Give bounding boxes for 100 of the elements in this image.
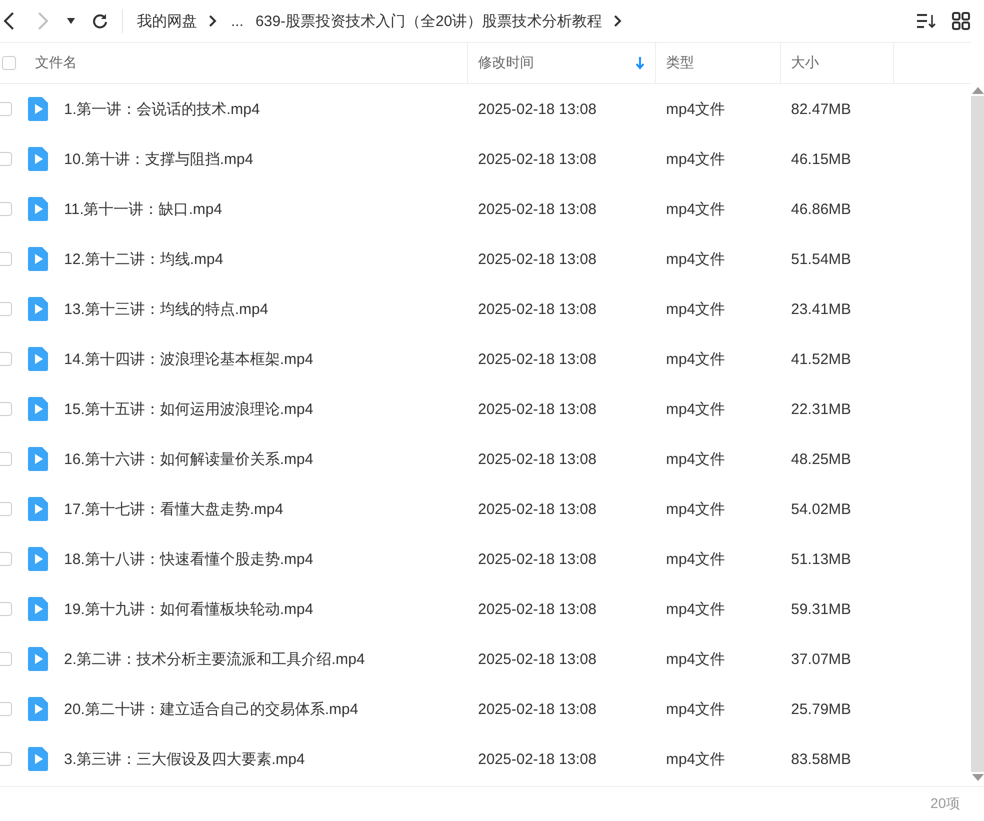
row-checkbox[interactable]: [0, 352, 12, 366]
file-name[interactable]: 16.第十六讲：如何解读量价关系.mp4: [64, 450, 314, 468]
file-name[interactable]: 1.第一讲：会说话的技术.mp4: [64, 100, 260, 118]
file-name[interactable]: 18.第十八讲：快速看懂个股走势.mp4: [64, 550, 314, 568]
scroll-up-icon[interactable]: [972, 86, 984, 94]
grid-view-icon[interactable]: [952, 12, 970, 30]
row-checkbox[interactable]: [0, 402, 12, 416]
file-type: mp4文件: [666, 650, 726, 668]
file-name[interactable]: 12.第十二讲：均线.mp4: [64, 250, 224, 268]
file-type: mp4文件: [666, 250, 726, 268]
file-type: mp4文件: [666, 700, 726, 718]
file-name[interactable]: 14.第十四讲：波浪理论基本框架.mp4: [64, 350, 314, 368]
video-file-icon: [28, 497, 48, 521]
file-type: mp4文件: [666, 200, 726, 218]
file-size: 37.07MB: [791, 650, 852, 668]
breadcrumb-item[interactable]: 639-股票投资技术入门（全20讲）股票技术分析教程: [256, 12, 602, 30]
file-name[interactable]: 19.第十九讲：如何看懂板块轮动.mp4: [64, 600, 314, 618]
row-checkbox[interactable]: [0, 202, 12, 216]
modified-time: 2025-02-18 13:08: [478, 400, 596, 418]
file-size: 51.54MB: [791, 250, 852, 268]
chevron-icon: [209, 15, 217, 27]
file-name[interactable]: 10.第十讲：支撑与阻挡.mp4: [64, 150, 254, 168]
modified-time: 2025-02-18 13:08: [478, 100, 596, 118]
row-checkbox[interactable]: [0, 552, 12, 566]
modified-time: 2025-02-18 13:08: [478, 200, 596, 218]
file-type: mp4文件: [666, 450, 726, 468]
modified-time: 2025-02-18 13:08: [478, 650, 596, 668]
row-checkbox[interactable]: [0, 502, 12, 516]
video-file-icon: [28, 347, 48, 371]
dropdown-icon[interactable]: [67, 18, 75, 24]
breadcrumb-item[interactable]: ...: [231, 12, 244, 30]
row-checkbox[interactable]: [0, 102, 12, 116]
file-type: mp4文件: [666, 600, 726, 618]
file-size: 51.13MB: [791, 550, 852, 568]
sort-icon[interactable]: [916, 13, 936, 29]
column-header[interactable]: 大小: [781, 43, 894, 83]
file-size: 54.02MB: [791, 500, 852, 518]
video-file-icon: [28, 697, 48, 721]
scroll-down-icon[interactable]: [972, 774, 984, 782]
video-file-icon: [28, 397, 48, 421]
row-checkbox[interactable]: [0, 152, 12, 166]
back-icon[interactable]: [3, 11, 15, 31]
video-file-icon: [28, 547, 48, 571]
file-type: mp4文件: [666, 550, 726, 568]
video-file-icon: [28, 647, 48, 671]
video-file-icon: [28, 747, 48, 771]
row-checkbox[interactable]: [0, 652, 12, 666]
modified-time: 2025-02-18 13:08: [478, 500, 596, 518]
file-type: mp4文件: [666, 300, 726, 318]
file-type: mp4文件: [666, 100, 726, 118]
video-file-icon: [28, 97, 48, 121]
column-header[interactable]: 类型: [656, 43, 781, 83]
file-size: 82.47MB: [791, 100, 852, 118]
modified-time: 2025-02-18 13:08: [478, 250, 596, 268]
file-size: 41.52MB: [791, 350, 852, 368]
modified-time: 2025-02-18 13:08: [478, 450, 596, 468]
video-file-icon: [28, 197, 48, 221]
modified-time: 2025-02-18 13:08: [478, 150, 596, 168]
row-checkbox[interactable]: [0, 252, 12, 266]
file-type: mp4文件: [666, 150, 726, 168]
file-size: 23.41MB: [791, 300, 852, 318]
modified-time: 2025-02-18 13:08: [478, 700, 596, 718]
sort-arrow-icon: [635, 56, 645, 70]
video-file-icon: [28, 447, 48, 471]
row-checkbox[interactable]: [0, 702, 12, 716]
modified-time: 2025-02-18 13:08: [478, 550, 596, 568]
video-file-icon: [28, 147, 48, 171]
file-type: mp4文件: [666, 750, 726, 768]
row-checkbox[interactable]: [0, 602, 12, 616]
modified-time: 2025-02-18 13:08: [478, 350, 596, 368]
file-name[interactable]: 3.第三讲：三大假设及四大要素.mp4: [64, 750, 305, 768]
file-size: 83.58MB: [791, 750, 852, 768]
file-name[interactable]: 13.第十三讲：均线的特点.mp4: [64, 300, 268, 318]
file-size: 46.15MB: [791, 150, 852, 168]
breadcrumb-item[interactable]: 我的网盘: [137, 12, 197, 30]
file-name[interactable]: 17.第十七讲：看懂大盘走势.mp4: [64, 500, 284, 518]
file-name[interactable]: 15.第十五讲：如何运用波浪理论.mp4: [64, 400, 314, 418]
file-size: 25.79MB: [791, 700, 852, 718]
scrollbar-thumb[interactable]: [971, 96, 984, 772]
file-name[interactable]: 20.第二十讲：建立适合自己的交易体系.mp4: [64, 700, 358, 718]
row-checkbox[interactable]: [0, 302, 12, 316]
file-type: mp4文件: [666, 350, 726, 368]
column-header[interactable]: 文件名: [16, 43, 468, 83]
row-checkbox[interactable]: [0, 752, 12, 766]
video-file-icon: [28, 247, 48, 271]
row-checkbox[interactable]: [0, 452, 12, 466]
select-all-checkbox[interactable]: [2, 56, 16, 70]
file-size: 48.25MB: [791, 450, 852, 468]
column-header[interactable]: 修改时间: [468, 43, 656, 83]
modified-time: 2025-02-18 13:08: [478, 300, 596, 318]
video-file-icon: [28, 297, 48, 321]
file-size: 46.86MB: [791, 200, 852, 218]
file-name[interactable]: 11.第十一讲：缺口.mp4: [64, 200, 222, 218]
item-count: 20项: [930, 795, 960, 813]
file-name[interactable]: 2.第二讲：技术分析主要流派和工具介绍.mp4: [64, 650, 365, 668]
chevron-icon: [614, 15, 622, 27]
refresh-icon[interactable]: [92, 13, 108, 29]
file-type: mp4文件: [666, 400, 726, 418]
modified-time: 2025-02-18 13:08: [478, 600, 596, 618]
file-size: 22.31MB: [791, 400, 852, 418]
